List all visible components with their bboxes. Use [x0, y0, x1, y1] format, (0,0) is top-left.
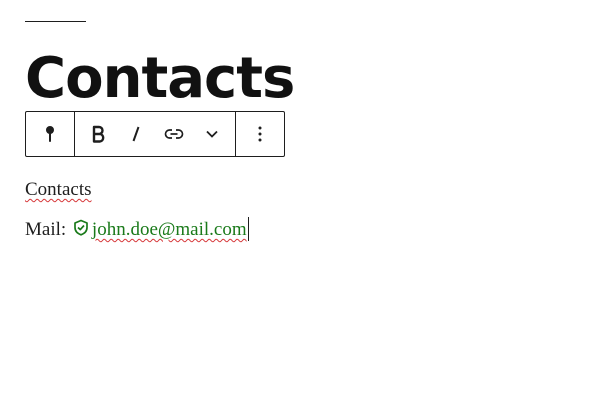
- block-toolbar: [25, 111, 285, 157]
- email-link[interactable]: john.doe@mail.com: [92, 219, 247, 240]
- chevron-down-icon: [206, 130, 218, 138]
- italic-button[interactable]: [117, 112, 155, 156]
- pin-button[interactable]: [26, 112, 74, 156]
- bold-icon: [92, 125, 105, 143]
- options-button[interactable]: [236, 112, 284, 156]
- toolbar-group-block: [26, 112, 74, 156]
- toolbar-group-format: [74, 112, 235, 156]
- text-caret: [247, 217, 249, 241]
- mail-label: Mail:: [25, 219, 67, 240]
- more-options-icon: [258, 126, 262, 142]
- italic-icon: [132, 126, 140, 142]
- shield-check-icon: [73, 219, 89, 243]
- bold-button[interactable]: [79, 112, 117, 156]
- paragraph-mail[interactable]: Mail: john.doe@mail.com: [25, 217, 249, 243]
- more-formats-button[interactable]: [193, 112, 231, 156]
- page-heading[interactable]: Contacts: [25, 43, 295, 115]
- pin-icon: [46, 126, 54, 142]
- link-icon: [164, 129, 184, 139]
- paragraph-contacts-text: Contacts: [25, 179, 92, 200]
- link-button[interactable]: [155, 112, 193, 156]
- toolbar-group-options: [235, 112, 284, 156]
- separator-line: [25, 21, 86, 22]
- paragraph-contacts[interactable]: Contacts: [25, 178, 92, 202]
